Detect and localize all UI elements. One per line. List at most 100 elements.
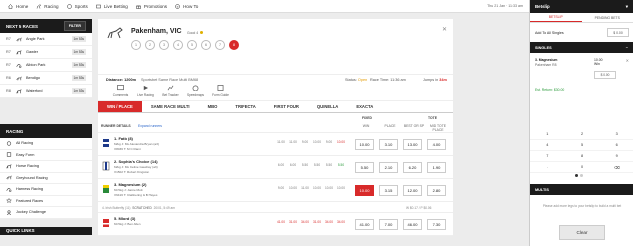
odds-history-value: 34.00 [301,220,309,224]
next-race-item[interactable]: R8 Waterford 1m 53s [0,85,92,98]
odds-history-value: 34.00 [325,220,333,224]
odds-history-value: 5.50 [337,163,345,167]
win-odds-button[interactable]: 10.00 [355,139,374,150]
runner-row: 5. Mlord (3) 60.5kg J: Ben Allen 41.00 31… [98,213,453,236]
tab-pending-bets[interactable]: PENDING BETS [582,13,633,22]
tab-same-race-multi[interactable]: SAME RACE MULTI [142,101,199,112]
runner-name: 5. Mlord (3) [114,216,136,221]
keypad-key[interactable]: 4 [530,140,565,151]
race-number: R8 [6,89,11,93]
race-number-button[interactable]: 7 [215,40,225,50]
next-race-item[interactable]: R7 Angle Park 1m 53s [0,33,92,46]
easy-form-icon [6,152,12,157]
race-number-button[interactable]: 2 [145,40,155,50]
fixed-header: FIXED [362,116,372,120]
racing-menu-item[interactable]: Horse Racing [0,161,92,173]
backspace-icon[interactable]: ⌫ [599,162,633,173]
race-number-button-active[interactable]: 8 [229,40,239,50]
single-race: Pakenham R8 [535,63,557,67]
next-race-item[interactable]: R6 Bendigo 1m 53s [0,72,92,85]
tote-odds-button[interactable]: 7.30 [427,219,446,230]
keypad-key[interactable]: . [530,162,565,173]
page-dot[interactable] [580,174,583,177]
race-number-button[interactable]: 1 [131,40,141,50]
keypad-key[interactable]: 9 [599,151,633,162]
racing-menu-item[interactable]: Jockey Challenge [0,207,92,219]
tote-odds-button[interactable]: 1.90 [427,162,446,173]
win-odds-button-selected[interactable]: 10.00 [355,185,374,196]
best-odds-button[interactable]: 6.20 [403,162,422,173]
filter-button[interactable]: FILTER [63,21,86,31]
tab-exacta[interactable]: EXACTA [347,101,382,112]
odds-history-value: 6.00 [277,163,285,167]
tab-trifecta[interactable]: TRIFECTA [226,101,264,112]
quick-links-title: QUICK LINKS [6,228,35,233]
win-odds-button[interactable]: 5.50 [355,162,374,173]
bet-tracker-tool[interactable]: Bet Tracker [158,85,183,100]
keypad-key[interactable]: 8 [564,151,600,162]
close-icon[interactable]: ✕ [442,26,447,33]
scratched-time: 20/01, 5:49 am [153,206,175,210]
minus-icon[interactable]: − [626,46,628,50]
clear-button[interactable]: Clear [559,225,605,240]
next-race-item[interactable]: R7 Gawler 1m 53s [0,46,92,59]
racing-menu-label: Easy Form [16,152,35,157]
tote-odds-button[interactable]: 4.00 [427,139,446,150]
race-number-button[interactable]: 3 [159,40,169,50]
race-distance: Distance: 1200m [106,78,136,82]
win-odds-button[interactable]: 41.00 [355,219,374,230]
keypad-key[interactable]: 0 [564,162,600,173]
keypad-key[interactable]: 2 [564,129,600,140]
racing-menu-item[interactable]: Easy Form [0,149,92,161]
tab-betslip[interactable]: BETSLIP [530,13,582,22]
place-odds-button[interactable]: 2.10 [379,162,398,173]
nav-racing[interactable]: Racing [36,4,59,9]
next-race-item[interactable]: R7 Albion Park 1m 53s [0,59,92,72]
form-guide-tool[interactable]: Form Guide [208,85,233,100]
best-odds-button[interactable]: 13.00 [403,139,422,150]
nav-home[interactable]: Home [8,4,28,9]
live-racing-tool[interactable]: Live Racing [133,85,158,100]
keypad-key[interactable]: 3 [599,129,633,140]
comments-tool[interactable]: Comments [108,85,133,100]
tab-first-four[interactable]: FIRST FOUR [265,101,308,112]
keypad-key[interactable]: 7 [530,151,565,162]
odds-history-value: 11.00 [289,140,297,144]
place-odds-button[interactable]: 3.15 [379,185,398,196]
racing-menu: All Racing Easy Form Horse Racing Greyho… [0,138,92,219]
speedmaps-tool[interactable]: Speedmaps [183,85,208,100]
place-odds-button[interactable]: 3.10 [379,139,398,150]
keypad-key[interactable]: 1 [530,129,565,140]
page-dot[interactable] [575,174,578,177]
best-odds-button[interactable]: 12.00 [403,185,422,196]
nav-sports[interactable]: Sports [66,4,88,9]
racing-menu-item[interactable]: All Racing [0,138,92,150]
add-all-stake-input[interactable]: $ 0.00 [607,28,629,37]
racing-menu-item[interactable]: Harness Racing [0,184,92,196]
race-number-button[interactable]: 6 [201,40,211,50]
collapse-icon[interactable]: ▾ [626,4,628,10]
nav-how-to[interactable]: ? How To [175,4,198,9]
remove-icon[interactable]: ✕ [626,58,629,63]
race-card: Pakenham, VIC Good 4 1 2 3 4 5 6 7 8 ✕ D… [98,19,453,236]
keypad-key[interactable]: 6 [599,140,633,151]
racing-menu-item[interactable]: Greyhound Racing [0,172,92,184]
expand-runners-link[interactable]: Expand runners [138,124,162,128]
place-odds-button[interactable]: 7.00 [379,219,398,230]
single-stake-input[interactable]: $ 0.00 [594,71,616,79]
race-status: Status: Open [345,78,367,82]
keypad-key[interactable]: 5 [564,140,600,151]
tab-quinella[interactable]: QUINELLA [308,101,347,112]
race-number-button[interactable]: 5 [187,40,197,50]
race-number-button[interactable]: 4 [173,40,183,50]
nav-promotions[interactable]: Promotions [136,4,167,9]
racing-menu-item[interactable]: Featured Races [0,195,92,207]
nav-live-betting[interactable]: Live Betting [96,4,128,9]
odds-history-value: 5.50 [313,163,321,167]
nav-promotions-label: Promotions [143,3,168,9]
tab-win-place[interactable]: WIN / PLACE [98,101,142,112]
tote-odds-button[interactable]: 2.80 [427,185,446,196]
best-odds-button[interactable]: 46.00 [403,219,422,230]
odds-history-value: 31.00 [289,220,297,224]
tab-mbo[interactable]: MBO [199,101,227,112]
